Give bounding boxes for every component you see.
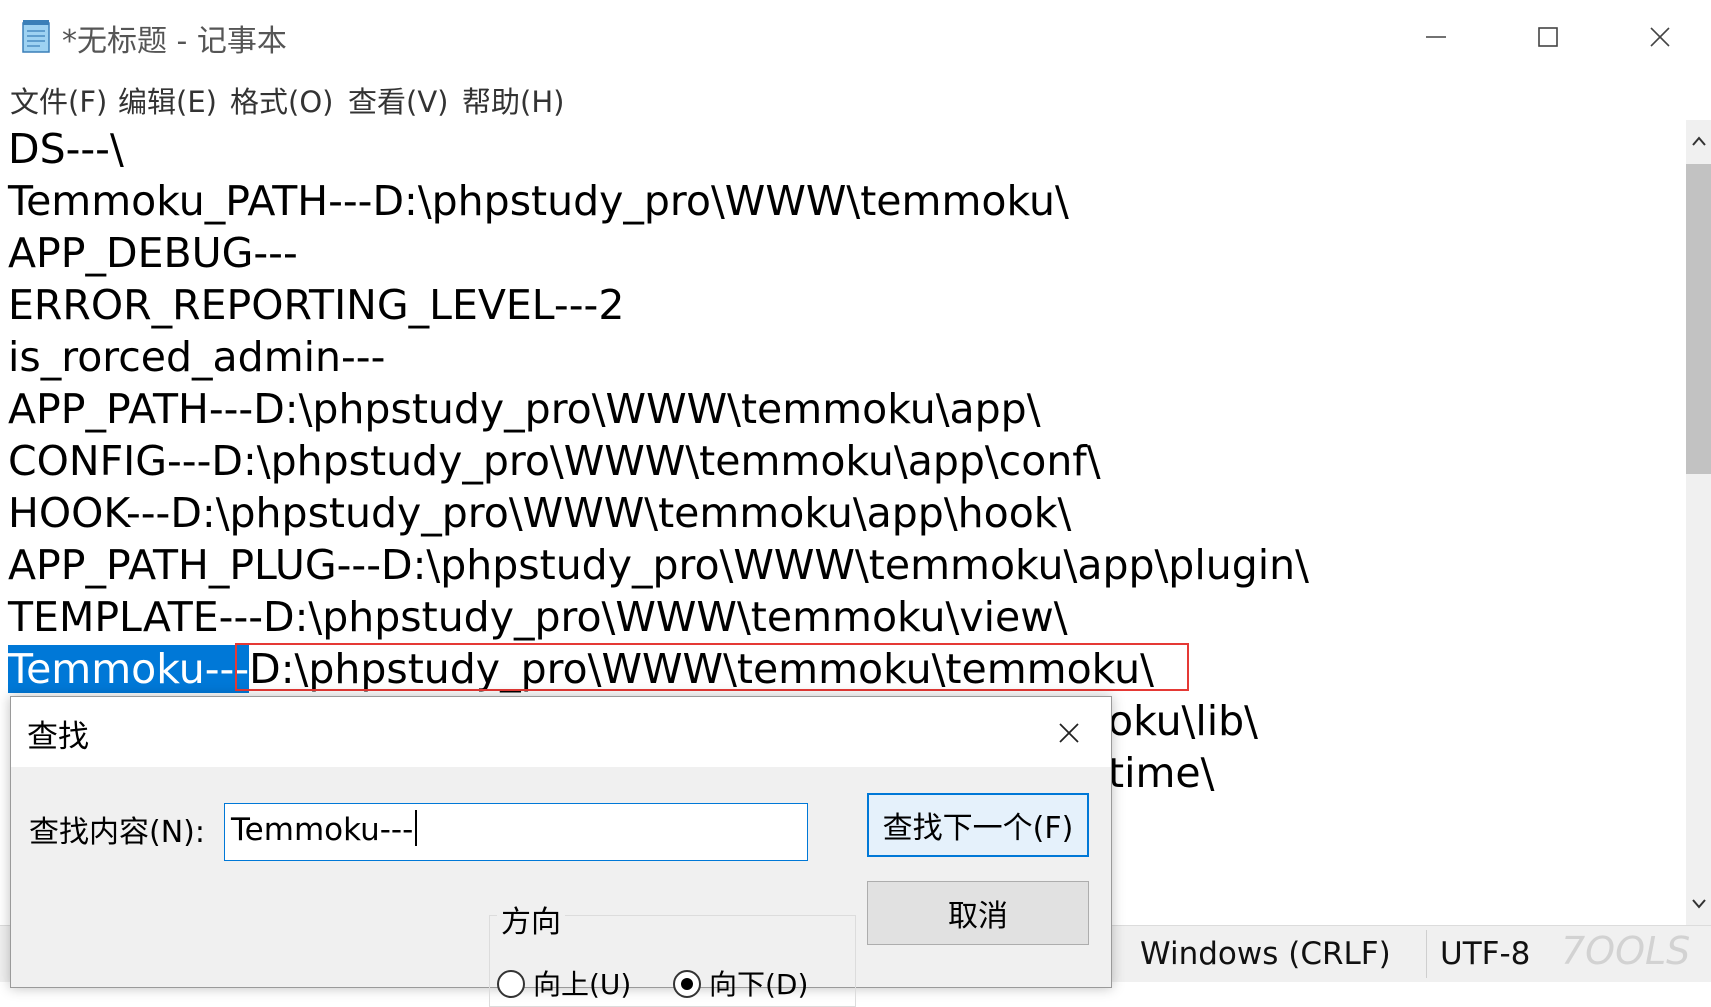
close-icon	[1650, 27, 1670, 47]
text-line: TEMPLATE---D:\phpstudy_pro\WWW\temmoku\v…	[8, 593, 1068, 641]
scroll-down-button[interactable]	[1686, 883, 1711, 925]
notepad-icon	[22, 20, 50, 53]
find-input-value: Temmoku---	[231, 812, 414, 848]
scroll-up-button[interactable]	[1686, 120, 1711, 162]
text-line: APP_DEBUG---	[8, 229, 298, 277]
selected-text: Temmoku---	[8, 645, 250, 693]
encoding-status: UTF-8	[1440, 936, 1531, 972]
scrollbar-thumb[interactable]	[1686, 164, 1711, 474]
close-button[interactable]	[1610, 0, 1710, 74]
window-title: *无标题 - 记事本	[62, 24, 287, 59]
text-line-partial: oku\lib\	[1108, 697, 1258, 745]
text-line-partial: time\	[1108, 749, 1215, 797]
status-divider	[1426, 930, 1427, 978]
direction-up-radio[interactable]: 向上(U)	[497, 963, 631, 1003]
menu-view[interactable]: 查看(V)	[348, 79, 448, 121]
text-line: Temmoku_PATH---D:\phpstudy_pro\WWW\temmo…	[8, 177, 1069, 225]
text-line: APP_PATH_PLUG---D:\phpstudy_pro\WWW\temm…	[8, 541, 1309, 589]
watermark-logo: 7OOLS	[1561, 929, 1690, 973]
line-ending-status: Windows (CRLF)	[1140, 936, 1391, 972]
menu-help[interactable]: 帮助(H)	[462, 79, 564, 121]
menu-edit[interactable]: 编辑(E)	[118, 79, 217, 121]
direction-up-label: 向上(U)	[533, 968, 632, 1001]
cancel-button[interactable]: 取消	[867, 881, 1089, 945]
vertical-scrollbar[interactable]	[1686, 120, 1711, 925]
maximize-icon	[1538, 27, 1558, 47]
menu-bar: 文件(F) 编辑(E) 格式(O) 查看(V) 帮助(H)	[0, 74, 1711, 121]
direction-title: 方向	[497, 897, 565, 941]
text-line: CONFIG---D:\phpstudy_pro\WWW\temmoku\app…	[8, 437, 1101, 485]
text-line: is_rorced_admin---	[8, 333, 386, 381]
direction-down-label: 向下(D)	[709, 968, 809, 1001]
menu-format[interactable]: 格式(O)	[230, 79, 333, 121]
close-icon	[1059, 723, 1079, 743]
menu-file[interactable]: 文件(F)	[10, 79, 107, 121]
find-input[interactable]: Temmoku---	[224, 803, 808, 861]
text-line: APP_PATH---D:\phpstudy_pro\WWW\temmoku\a…	[8, 385, 1041, 433]
radio-off-icon	[497, 970, 525, 998]
maximize-button[interactable]	[1498, 0, 1598, 74]
text-caret	[415, 810, 418, 846]
annotation-highlight-box	[235, 643, 1189, 691]
svg-text:7OOLS: 7OOLS	[1561, 929, 1690, 973]
text-line: HOOK---D:\phpstudy_pro\WWW\temmoku\app\h…	[8, 489, 1072, 537]
chevron-down-icon	[1691, 899, 1706, 909]
minimize-icon	[1426, 36, 1446, 38]
title-bar[interactable]: *无标题 - 记事本	[0, 0, 1711, 74]
dialog-header[interactable]: 查找	[11, 697, 1111, 767]
text-line: ERROR_REPORTING_LEVEL---2	[8, 281, 625, 329]
chevron-up-icon	[1691, 136, 1706, 146]
direction-down-radio[interactable]: 向下(D)	[673, 963, 808, 1003]
find-dialog: 查找 查找内容(N): Temmoku--- 查找下一个(F) 取消 方向 向上…	[10, 696, 1112, 1007]
dialog-title: 查找	[27, 719, 89, 755]
find-label: 查找内容(N):	[29, 815, 205, 850]
radio-on-icon	[673, 970, 701, 998]
text-line: DS---\	[8, 125, 124, 173]
find-next-button[interactable]: 查找下一个(F)	[867, 793, 1089, 857]
dialog-close-button[interactable]	[1047, 711, 1091, 755]
minimize-button[interactable]	[1386, 0, 1486, 74]
